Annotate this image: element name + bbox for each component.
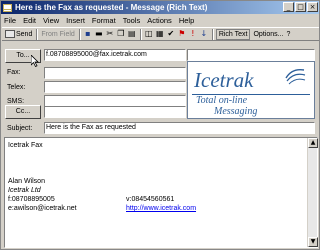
send-icon (5, 30, 15, 38)
save-icon[interactable]: ▪ (83, 29, 93, 39)
flag-icon[interactable]: ⚑ (177, 29, 187, 39)
signature-email: e:awilson@icetrak.net (8, 205, 77, 212)
message-window: Here is the Fax as requested - Message (… (0, 0, 320, 250)
signature-company: Icetrak Ltd (8, 187, 41, 194)
window-title: Here is the Fax as requested - Message (… (15, 3, 208, 12)
scroll-down-arrow-icon[interactable]: ▼ (308, 237, 318, 247)
options-button[interactable]: Options... (252, 29, 284, 40)
mouse-pointer-icon (31, 55, 39, 67)
menu-bar: File Edit View Insert Format Tools Actio… (1, 15, 201, 26)
subject-field[interactable]: Here is the Fax as requested (44, 122, 315, 134)
help-button[interactable]: ? (285, 29, 291, 40)
title-bar[interactable]: Here is the Fax as requested - Message (… (1, 1, 319, 14)
paste-icon[interactable]: ▤ (127, 29, 137, 39)
menu-help[interactable]: Help (179, 16, 194, 25)
menu-edit[interactable]: Edit (23, 16, 36, 25)
menu-tools[interactable]: Tools (123, 16, 141, 25)
fax-field[interactable] (44, 67, 186, 79)
cc-field[interactable] (44, 106, 186, 118)
menu-format[interactable]: Format (92, 16, 116, 25)
to-field-extension (187, 49, 315, 61)
importance-high-icon[interactable]: ! (188, 29, 198, 39)
options-label: Options... (253, 30, 284, 38)
logo-tagline-2: Messaging (214, 106, 258, 117)
window-controls: _ □ × (283, 2, 318, 12)
toolbar-separator (36, 28, 39, 40)
to-field[interactable]: f.08708895000@fax.icetrak.com (44, 49, 186, 61)
signature-website-link[interactable]: http://www.icetrak.com (126, 205, 196, 212)
body-heading: Icetrak Fax (8, 142, 43, 149)
check-names-icon[interactable]: ✔ (166, 29, 176, 39)
from-field-button[interactable]: From Field (40, 29, 75, 40)
signature-fax: f:08708895005 (8, 196, 55, 203)
maximize-button[interactable]: □ (295, 2, 306, 12)
signature-voice: v:08454560561 (126, 196, 175, 203)
toolbar-separator (139, 28, 142, 40)
scroll-up-arrow-icon[interactable]: ▲ (308, 138, 318, 148)
send-button[interactable]: Send (4, 29, 33, 40)
envelope-icon (3, 3, 12, 12)
importance-low-icon[interactable]: ↓ (199, 29, 209, 39)
logo-wave-icon (285, 68, 306, 85)
close-button[interactable]: × (307, 2, 318, 12)
help-icon: ? (286, 30, 291, 38)
message-body[interactable]: Icetrak Fax Alan Wilson Icetrak Ltd f:08… (4, 137, 318, 248)
toolbar-separator (78, 28, 81, 40)
menu-file[interactable]: File (4, 16, 16, 25)
copy-icon[interactable]: ❐ (116, 29, 126, 39)
cut-icon[interactable]: ✂ (105, 29, 115, 39)
signature-name: Alan Wilson (8, 178, 45, 185)
send-label: Send (16, 30, 33, 38)
logo-brand: Icetrak (194, 68, 254, 92)
telex-label: Telex: (7, 84, 26, 91)
menu-view[interactable]: View (43, 16, 59, 25)
cc-button[interactable]: Cc... (5, 105, 41, 119)
toolbar: Send From Field ▪ ▬ ✂ ❐ ▤ ◫ ▦ ✔ ⚑ ! ↓ Ri… (2, 27, 319, 41)
fax-label: Fax: (7, 69, 21, 76)
sms-label: SMS: (7, 98, 25, 105)
subject-label: Subject: (7, 125, 33, 132)
vertical-scrollbar[interactable]: ▲ ▼ (307, 138, 318, 247)
print-icon[interactable]: ▬ (94, 29, 104, 39)
menu-insert[interactable]: Insert (66, 16, 85, 25)
menu-actions[interactable]: Actions (147, 16, 172, 25)
from-field-label: From Field (41, 30, 75, 38)
format-label: Rich Text (218, 30, 248, 38)
format-selector[interactable]: Rich Text (215, 28, 251, 40)
toolbar-separator (211, 28, 214, 40)
logo-tagline-1: Total on-line (196, 95, 248, 106)
minimize-button[interactable]: _ (283, 2, 294, 12)
icetrak-logo: Icetrak Total on-line Messaging (187, 61, 315, 119)
address-book-icon[interactable]: ▦ (155, 29, 165, 39)
attach-icon[interactable]: ◫ (144, 29, 154, 39)
telex-field[interactable] (44, 81, 186, 93)
